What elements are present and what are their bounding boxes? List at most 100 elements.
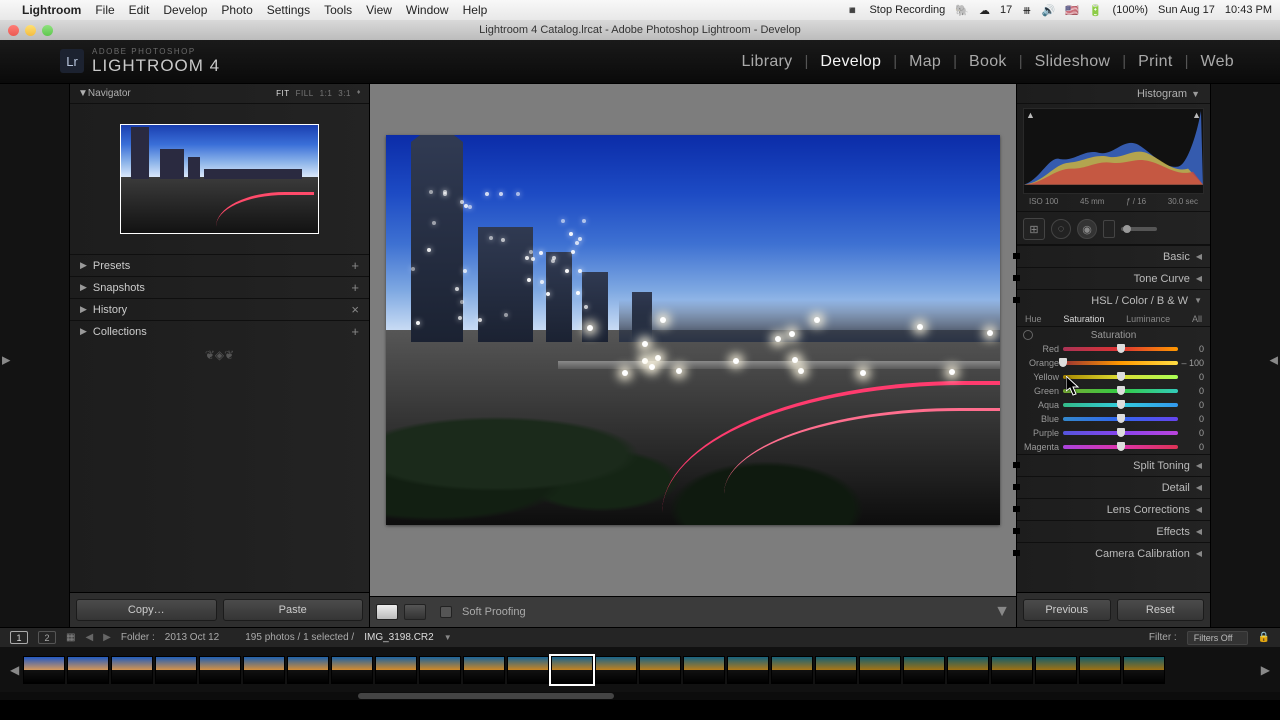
slider-track[interactable] [1063, 389, 1178, 393]
module-library[interactable]: Library [741, 53, 792, 71]
hsl-tab-luminance[interactable]: Luminance [1126, 314, 1170, 324]
film-thumb[interactable] [375, 656, 417, 684]
module-book[interactable]: Book [969, 53, 1007, 71]
film-thumb[interactable] [287, 656, 329, 684]
crop-tool-icon[interactable]: ⊞ [1023, 218, 1045, 240]
slider-value[interactable]: – 100 [1178, 358, 1204, 368]
film-thumb[interactable] [903, 656, 945, 684]
film-thumb[interactable] [1123, 656, 1165, 684]
view-before-after-icon[interactable] [404, 604, 426, 620]
slider-track[interactable] [1063, 403, 1178, 407]
slider-value[interactable]: 0 [1178, 344, 1204, 354]
spot-tool-icon[interactable]: ◌ [1051, 219, 1071, 239]
menu-view[interactable]: View [366, 3, 392, 17]
slider-track[interactable] [1063, 347, 1178, 351]
film-thumb[interactable] [23, 656, 65, 684]
film-thumb[interactable] [683, 656, 725, 684]
left-section-collections[interactable]: ▶Collections+ [70, 320, 369, 342]
section-camera calibration[interactable]: Camera Calibration◀ [1017, 543, 1210, 564]
section-detail[interactable]: Detail◀ [1017, 477, 1210, 498]
left-section-presets[interactable]: ▶Presets+ [70, 254, 369, 276]
slider-track[interactable] [1063, 431, 1178, 435]
section-basic[interactable]: Basic◀ [1017, 246, 1210, 267]
histogram-header[interactable]: Histogram▼ [1017, 84, 1210, 104]
zoom-fit[interactable]: FIT [276, 89, 290, 98]
close-window-icon[interactable] [8, 25, 19, 36]
film-thumb[interactable] [243, 656, 285, 684]
histogram[interactable]: ▲ ▲ ISO 100 45 mm ƒ / 16 30.0 sec [1017, 104, 1210, 208]
identity-plate[interactable]: Lr ADOBE PHOTOSHOP LIGHTROOM 4 [60, 48, 220, 74]
slider-value[interactable]: 0 [1178, 386, 1204, 396]
slider-track[interactable] [1063, 361, 1178, 365]
filmstrip-scrollbar[interactable] [0, 692, 1280, 700]
reset-button[interactable]: Reset [1117, 599, 1205, 621]
zoom-popup-icon[interactable]: ♦ [357, 89, 361, 98]
wifi-icon[interactable]: ⧻ [1022, 4, 1031, 17]
hsl-tab-hue[interactable]: Hue [1025, 314, 1042, 324]
navigator-thumbnail[interactable] [120, 124, 319, 234]
navigator-header[interactable]: ▼Navigator FIT FILL 1:1 3:1♦ [70, 84, 369, 104]
film-thumb[interactable] [463, 656, 505, 684]
battery-icon[interactable]: 🔋 [1089, 4, 1103, 17]
film-thumb[interactable] [199, 656, 241, 684]
filmstrip-left-icon[interactable]: ◀ [8, 663, 21, 677]
film-thumb[interactable] [639, 656, 681, 684]
menu-photo[interactable]: Photo [221, 3, 252, 17]
app-menu[interactable]: Lightroom [22, 3, 81, 17]
film-thumb[interactable] [1079, 656, 1121, 684]
filter-dropdown[interactable]: Filters Off [1187, 631, 1248, 645]
film-thumb[interactable] [507, 656, 549, 684]
menubar-date[interactable]: Sun Aug 17 [1158, 4, 1215, 16]
menu-file[interactable]: File [95, 3, 114, 17]
grid-icon[interactable]: ▦ [66, 632, 75, 643]
menu-window[interactable]: Window [406, 3, 449, 17]
menu-help[interactable]: Help [463, 3, 488, 17]
zoom-window-icon[interactable] [42, 25, 53, 36]
filmstrip-right-icon[interactable]: ▶ [1259, 663, 1272, 677]
evernote-icon[interactable]: 🐘 [955, 4, 969, 17]
view-loupe-icon[interactable] [376, 604, 398, 620]
film-thumb[interactable] [815, 656, 857, 684]
slider-value[interactable]: 0 [1178, 442, 1204, 452]
film-thumb[interactable] [991, 656, 1033, 684]
zoom-fill[interactable]: FILL [296, 89, 314, 98]
redeye-tool-icon[interactable]: ◉ [1077, 219, 1097, 239]
folder-name[interactable]: 2013 Oct 12 [165, 632, 219, 643]
section-hsl[interactable]: HSL / Color / B & W▼ [1017, 290, 1210, 311]
hsl-tab-saturation[interactable]: Saturation [1063, 314, 1104, 324]
section-tone-curve[interactable]: Tone Curve◀ [1017, 268, 1210, 289]
film-thumb[interactable] [331, 656, 373, 684]
hsl-tab-all[interactable]: All [1192, 314, 1202, 324]
flag-icon[interactable]: 🇺🇸 [1065, 4, 1079, 17]
film-thumb[interactable] [727, 656, 769, 684]
soft-proof-checkbox[interactable] [440, 606, 452, 618]
cloud-icon[interactable]: ☁ [979, 4, 990, 17]
menubar-time[interactable]: 10:43 PM [1225, 4, 1272, 16]
film-thumb[interactable] [67, 656, 109, 684]
module-develop[interactable]: Develop [820, 53, 881, 71]
section-split toning[interactable]: Split Toning◀ [1017, 455, 1210, 476]
toolbar-expand-icon[interactable]: ▼ [994, 603, 1010, 621]
menu-develop[interactable]: Develop [163, 3, 207, 17]
film-thumb[interactable] [595, 656, 637, 684]
grad-filter-icon[interactable] [1103, 220, 1115, 238]
brush-tool-icon[interactable] [1121, 227, 1157, 231]
film-thumb[interactable] [1035, 656, 1077, 684]
stop-recording-icon[interactable]: ◾ [846, 4, 860, 17]
slider-value[interactable]: 0 [1178, 400, 1204, 410]
nav-fwd-icon[interactable]: ▶ [103, 632, 111, 643]
expand-left-icon[interactable]: ▶ [2, 354, 10, 367]
module-map[interactable]: Map [909, 53, 941, 71]
filename[interactable]: IMG_3198.CR2 [364, 632, 433, 643]
menu-tools[interactable]: Tools [324, 3, 352, 17]
slider-track[interactable] [1063, 445, 1178, 449]
slider-value[interactable]: 0 [1178, 414, 1204, 424]
film-thumb[interactable] [111, 656, 153, 684]
film-thumb[interactable] [155, 656, 197, 684]
expand-right-icon[interactable]: ◀ [1270, 354, 1278, 367]
film-thumb[interactable] [859, 656, 901, 684]
image-preview[interactable] [386, 135, 1000, 525]
slider-value[interactable]: 0 [1178, 372, 1204, 382]
section-lens corrections[interactable]: Lens Corrections◀ [1017, 499, 1210, 520]
left-section-snapshots[interactable]: ▶Snapshots+ [70, 276, 369, 298]
